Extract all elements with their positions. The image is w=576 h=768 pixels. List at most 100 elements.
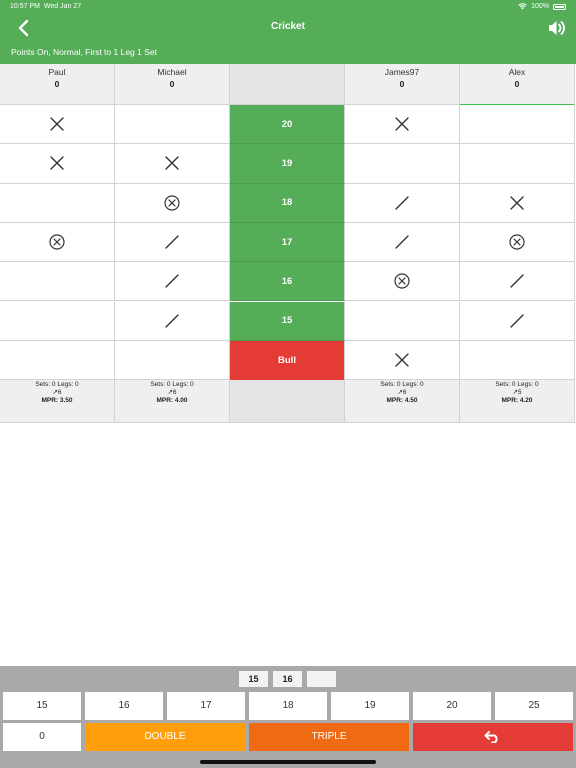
key-17[interactable]: 17	[167, 692, 245, 720]
player-name: Paul	[48, 67, 66, 77]
game-settings-label: Points On, Normal, First to 1 Leg 1 Set	[11, 47, 157, 57]
mark-cell	[460, 301, 575, 341]
number-bull[interactable]: Bull	[230, 340, 345, 381]
mark-cell	[345, 183, 460, 223]
triple-button[interactable]: TRIPLE	[249, 723, 409, 751]
mark-cell	[0, 301, 115, 341]
battery-percent: 100%	[531, 3, 549, 10]
mpr-label: MPR: 4.20	[501, 397, 533, 405]
mark-cell	[460, 262, 575, 302]
mark-cell	[115, 222, 230, 263]
mark-cell	[115, 340, 230, 381]
dart-slot	[307, 671, 336, 687]
key-25[interactable]: 25	[495, 692, 573, 720]
mark-cell	[460, 340, 575, 381]
key-15[interactable]: 15	[3, 692, 81, 720]
single-mark-icon	[165, 235, 179, 249]
player-header[interactable]: Alex 0	[460, 64, 575, 109]
player-header[interactable]: James97 0	[345, 64, 460, 105]
mark-cell	[0, 340, 115, 381]
closed-mark-icon	[509, 234, 525, 250]
top-bar: 10:57 PM Wed Jan 27 100% Cricket Points …	[0, 0, 576, 64]
mark-cell	[345, 340, 460, 381]
darts-thrown-label: ↗6	[397, 389, 407, 397]
number-20[interactable]: 20	[230, 105, 345, 145]
mark-cell	[0, 222, 115, 263]
number-18[interactable]: 18	[230, 183, 345, 223]
single-mark-icon	[510, 274, 524, 289]
player-name: Michael	[157, 67, 187, 77]
wifi-icon	[518, 3, 527, 10]
dart-slot: 16	[273, 671, 302, 687]
mark-cell	[0, 105, 115, 145]
number-19[interactable]: 19	[230, 144, 345, 184]
darts-thrown-label: ↗5	[512, 389, 522, 397]
mpr-label: MPR: 4.00	[156, 397, 188, 405]
mark-cell	[345, 105, 460, 145]
sets-legs-label: Sets: 0 Legs: 0	[35, 381, 79, 389]
mark-cell	[345, 262, 460, 302]
number-footer	[230, 380, 345, 424]
mark-cell	[115, 301, 230, 341]
undo-button[interactable]	[413, 723, 573, 751]
current-darts: 15 16	[239, 671, 336, 687]
status-time: 10:57 PM Wed Jan 27	[10, 3, 82, 10]
player-stats: Sets: 0 Legs: 0 ↗5 MPR: 4.20	[460, 380, 575, 424]
sets-legs-label: Sets: 0 Legs: 0	[150, 381, 194, 389]
mark-cell	[0, 183, 115, 223]
closed-mark-icon	[49, 234, 65, 250]
key-0[interactable]: 0	[3, 723, 81, 751]
darts-thrown-label: ↗6	[167, 389, 177, 397]
mark-cell	[460, 105, 575, 145]
mark-cell	[345, 144, 460, 184]
number-15[interactable]: 15	[230, 301, 345, 341]
player-header[interactable]: Michael 0	[115, 64, 230, 105]
sound-button[interactable]	[546, 18, 566, 38]
key-18[interactable]: 18	[249, 692, 327, 720]
key-20[interactable]: 20	[413, 692, 491, 720]
page-title: Cricket	[271, 21, 305, 32]
player-stats: Sets: 0 Legs: 0 ↗6 MPR: 3.50	[0, 380, 115, 424]
key-16[interactable]: 16	[85, 692, 163, 720]
closed-mark-icon	[164, 195, 180, 211]
single-mark-icon	[395, 196, 409, 210]
closed-mark-icon	[394, 273, 410, 289]
player-stats: Sets: 0 Legs: 0 ↗6 MPR: 4.00	[115, 380, 230, 424]
single-mark-icon	[510, 313, 524, 328]
double-mark-icon	[395, 353, 409, 367]
single-mark-icon	[395, 235, 409, 249]
double-button[interactable]: DOUBLE	[85, 723, 245, 751]
key-19[interactable]: 19	[331, 692, 409, 720]
status-right: 100%	[518, 3, 566, 10]
mark-cell	[345, 222, 460, 263]
player-stats: Sets: 0 Legs: 0 ↗6 MPR: 4.50	[345, 380, 460, 424]
number-header	[230, 64, 345, 105]
mark-cell	[345, 301, 460, 341]
double-mark-icon	[395, 117, 409, 131]
mark-cell	[460, 222, 575, 263]
number-16[interactable]: 16	[230, 262, 345, 302]
number-17[interactable]: 17	[230, 222, 345, 263]
mark-cell	[115, 262, 230, 302]
double-mark-icon	[510, 196, 524, 210]
mark-cell	[0, 144, 115, 184]
mpr-label: MPR: 3.50	[41, 397, 73, 405]
player-name: James97	[384, 67, 420, 77]
double-mark-icon	[50, 156, 64, 171]
mark-cell	[115, 183, 230, 223]
battery-icon	[553, 3, 566, 10]
undo-icon	[484, 731, 498, 743]
player-score: 0	[169, 79, 175, 89]
mark-cell	[115, 144, 230, 184]
mark-cell	[460, 183, 575, 223]
sets-legs-label: Sets: 0 Legs: 0	[495, 381, 539, 389]
single-mark-icon	[165, 313, 179, 328]
single-mark-icon	[165, 274, 179, 289]
mpr-label: MPR: 4.50	[386, 397, 418, 405]
mark-cell	[115, 105, 230, 145]
player-name: Alex	[508, 67, 526, 77]
darts-thrown-label: ↗6	[52, 389, 62, 397]
double-mark-icon	[50, 117, 64, 131]
player-header[interactable]: Paul 0	[0, 64, 115, 105]
mark-cell	[460, 144, 575, 184]
